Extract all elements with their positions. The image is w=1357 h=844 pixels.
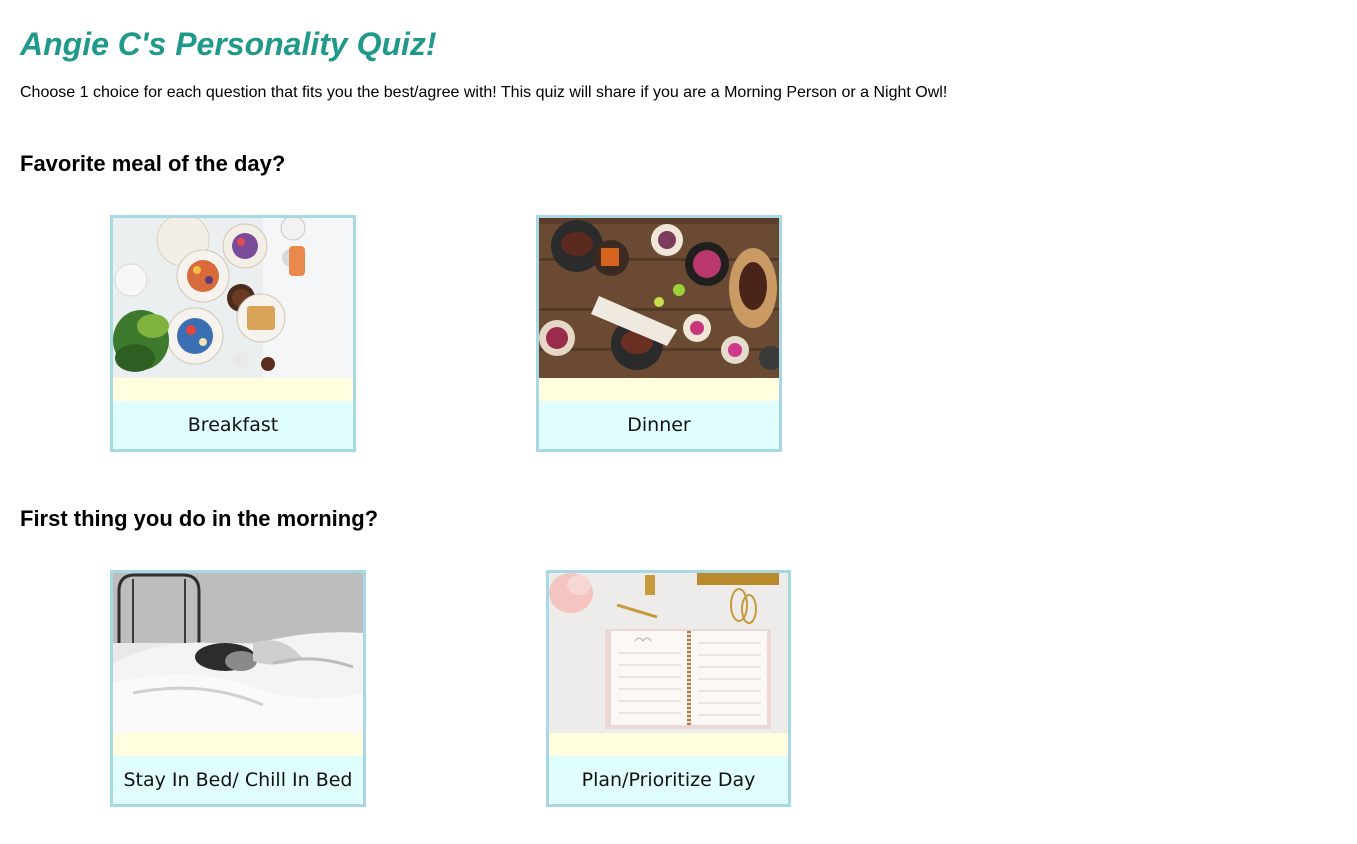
choice-plan-day[interactable]: Plan/Prioritize Day xyxy=(546,570,791,807)
choice-label: Stay In Bed/ Chill In Bed xyxy=(123,769,353,791)
choice-strip xyxy=(549,733,788,756)
choice-strip xyxy=(113,378,353,401)
choice-stay-in-bed[interactable]: Stay In Bed/ Chill In Bed xyxy=(110,570,366,807)
planner-image xyxy=(549,573,788,733)
question-1-heading: Favorite meal of the day? xyxy=(20,151,286,176)
choice-label: Dinner xyxy=(627,414,691,436)
choice-dinner[interactable]: Dinner xyxy=(536,215,782,452)
question-2-heading: First thing you do in the morning? xyxy=(20,506,379,531)
dinner-image xyxy=(539,218,779,378)
choice-breakfast[interactable]: Breakfast xyxy=(110,215,356,452)
choice-label: Plan/Prioritize Day xyxy=(581,769,756,791)
choice-strip xyxy=(113,733,363,756)
choice-label: Breakfast xyxy=(187,414,279,436)
bed-image xyxy=(113,573,363,733)
page-title: Angie C's Personality Quiz! xyxy=(20,26,437,62)
quiz-page: Angie C's Personality Quiz! Choose 1 cho… xyxy=(0,0,1357,844)
breakfast-image xyxy=(113,218,353,378)
choice-strip xyxy=(539,378,779,401)
quiz-instructions: Choose 1 choice for each question that f… xyxy=(20,84,948,101)
